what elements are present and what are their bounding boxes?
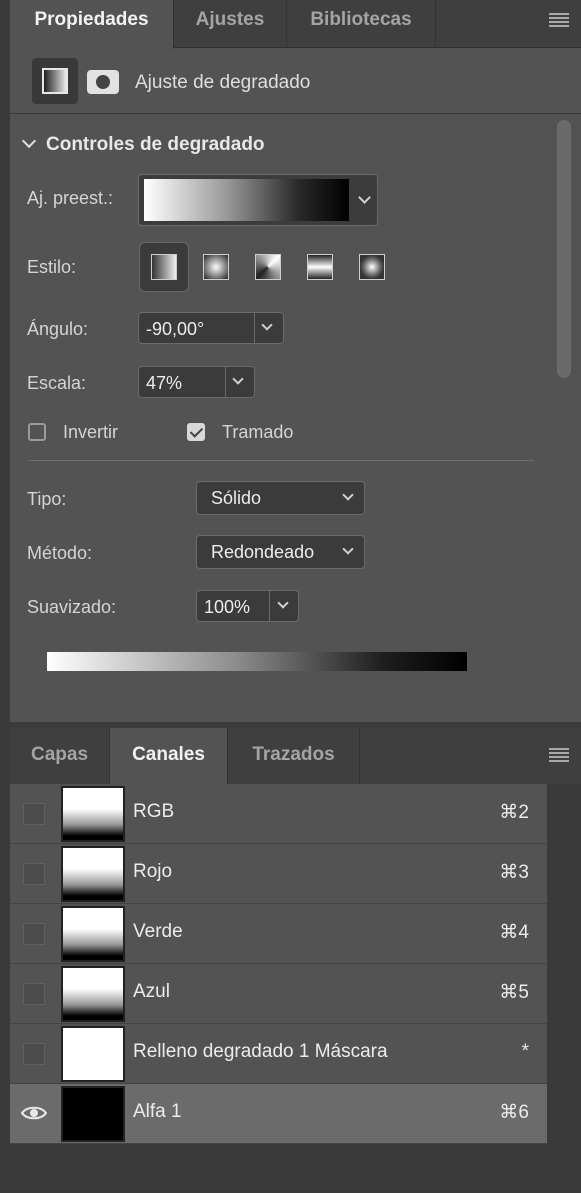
channel-shortcut: ⌘6	[499, 1102, 529, 1123]
properties-tabbar: Propiedades Ajustes Bibliotecas	[10, 0, 581, 49]
smoothness-field[interactable]: 100%	[196, 590, 299, 622]
chevron-down-icon	[342, 543, 354, 555]
channel-thumbnail	[61, 786, 125, 842]
scrollbar[interactable]	[555, 120, 575, 680]
dither-checkbox[interactable]	[187, 423, 205, 441]
channel-shortcut: ⌘3	[499, 862, 529, 883]
tab-capas[interactable]: Capas	[10, 728, 110, 784]
mask-icon[interactable]	[87, 70, 119, 94]
scrollbar-thumb[interactable]	[557, 120, 571, 378]
panel-menu-icon[interactable]	[549, 13, 569, 27]
tab-canales[interactable]: Canales	[110, 728, 228, 784]
smoothness-value[interactable]: 100%	[204, 597, 250, 618]
tab-bibliotecas[interactable]: Bibliotecas	[287, 0, 436, 48]
adjustment-title: Ajuste de degradado	[135, 72, 311, 93]
tab-trazados[interactable]: Trazados	[228, 728, 360, 784]
section-title: Controles de degradado	[46, 134, 265, 155]
angle-field[interactable]: -90,00°	[138, 312, 284, 344]
channel-row-rojo[interactable]: Rojo ⌘3	[10, 844, 547, 904]
tab-propiedades[interactable]: Propiedades	[10, 0, 174, 49]
channel-shortcut: *	[521, 1041, 529, 1062]
channel-row-rgb[interactable]: RGB ⌘2	[10, 784, 547, 844]
section-gradient-controls[interactable]: Controles de degradado	[21, 133, 265, 156]
channel-thumbnail	[61, 1026, 125, 1082]
invert-checkbox[interactable]	[28, 423, 46, 441]
type-label: Tipo:	[27, 489, 67, 509]
angle-gradient-icon[interactable]	[255, 254, 281, 280]
channel-row-mask[interactable]: Relleno degradado 1 Máscara *	[10, 1024, 547, 1084]
scale-field[interactable]: 47%	[138, 366, 255, 398]
visibility-toggle[interactable]	[23, 803, 45, 825]
panel-menu-icon[interactable]	[549, 748, 569, 762]
chevron-down-icon	[21, 133, 37, 149]
adjustment-header: Ajuste de degradado	[10, 48, 581, 114]
angle-label: Ángulo:	[27, 319, 89, 339]
channel-row-azul[interactable]: Azul ⌘5	[10, 964, 547, 1024]
tab-ajustes[interactable]: Ajustes	[174, 0, 287, 48]
method-value: Redondeado	[211, 542, 315, 562]
divider	[28, 460, 534, 461]
preset-label: Aj. preest.:	[27, 188, 114, 208]
visibility-toggle[interactable]	[23, 923, 45, 945]
chevron-down-icon[interactable]	[232, 373, 244, 385]
channels-panel: Capas Canales Trazados RGB ⌘2 Rojo ⌘3 Ve…	[10, 728, 581, 1193]
channel-list: RGB ⌘2 Rojo ⌘3 Verde ⌘4 Azul ⌘5 Relleno …	[10, 784, 547, 1144]
radial-gradient-icon[interactable]	[203, 254, 229, 280]
channel-thumbnail	[61, 906, 125, 962]
channel-name: Alfa 1	[133, 1101, 182, 1122]
channel-name: Azul	[133, 981, 170, 1002]
channel-row-verde[interactable]: Verde ⌘4	[10, 904, 547, 964]
channels-tabbar: Capas Canales Trazados	[10, 728, 581, 784]
channel-thumbnail	[61, 966, 125, 1022]
channel-thumbnail	[61, 846, 125, 902]
scale-value[interactable]: 47%	[146, 373, 182, 394]
type-value: Sólido	[211, 488, 262, 508]
reflected-gradient-icon[interactable]	[307, 254, 333, 280]
scale-label: Escala:	[27, 373, 87, 393]
chevron-down-icon[interactable]	[277, 597, 289, 609]
diamond-gradient-icon[interactable]	[359, 254, 385, 280]
channel-shortcut: ⌘4	[499, 922, 529, 943]
channel-name: Relleno degradado 1 Máscara	[133, 1041, 388, 1062]
angle-value[interactable]: -90,00°	[146, 319, 204, 340]
channel-shortcut: ⌘2	[499, 802, 529, 823]
channel-name: RGB	[133, 801, 175, 822]
gradient-preview[interactable]	[144, 179, 349, 221]
channel-row-alfa1[interactable]: Alfa 1 ⌘6	[10, 1084, 547, 1144]
channel-thumbnail	[61, 1086, 125, 1142]
gradient-editor-bar[interactable]	[47, 652, 467, 671]
dither-label: Tramado	[222, 422, 294, 442]
method-select[interactable]: Redondeado	[196, 535, 365, 569]
method-label: Método:	[27, 543, 93, 563]
channel-name: Rojo	[133, 861, 173, 882]
visibility-toggle[interactable]	[23, 1043, 45, 1065]
type-select[interactable]: Sólido	[196, 481, 365, 515]
gradient-preset-picker[interactable]	[138, 174, 378, 226]
gradient-fill-icon[interactable]	[32, 58, 78, 104]
smoothness-label: Suavizado:	[27, 597, 117, 617]
chevron-down-icon	[342, 489, 354, 501]
chevron-down-icon[interactable]	[261, 319, 273, 331]
linear-gradient-icon[interactable]	[151, 254, 177, 280]
visibility-toggle[interactable]	[23, 863, 45, 885]
eye-icon[interactable]	[21, 1105, 47, 1121]
channel-name: Verde	[133, 921, 183, 942]
properties-panel: Propiedades Ajustes Bibliotecas Ajuste d…	[10, 0, 581, 722]
chevron-down-icon[interactable]	[358, 191, 371, 204]
channel-shortcut: ⌘5	[499, 982, 529, 1003]
style-label: Estilo:	[27, 257, 77, 277]
visibility-toggle[interactable]	[23, 983, 45, 1005]
invert-label: Invertir	[63, 422, 119, 442]
